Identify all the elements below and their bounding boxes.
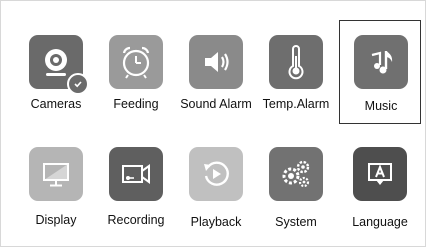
music-note-icon xyxy=(354,35,408,89)
menu-item-label: Language xyxy=(352,215,408,229)
menu-item-playback[interactable]: Playback xyxy=(177,137,255,233)
speaker-icon xyxy=(189,35,243,89)
menu-item-temp-alarm[interactable]: Temp.Alarm xyxy=(257,25,335,121)
menu-item-music[interactable]: Music xyxy=(339,20,421,124)
menu-item-display[interactable]: Display xyxy=(17,137,95,233)
check-badge-icon xyxy=(67,73,89,95)
settings-menu-screen: Cameras Feeding Sound Alarm Temp.Alarm M… xyxy=(0,0,426,247)
language-icon xyxy=(353,147,407,201)
menu-item-system[interactable]: System xyxy=(257,137,335,233)
alarm-clock-icon xyxy=(109,35,163,89)
monitor-icon xyxy=(29,147,83,201)
menu-item-feeding[interactable]: Feeding xyxy=(97,25,175,121)
menu-grid: Cameras Feeding Sound Alarm Temp.Alarm M… xyxy=(1,1,425,246)
video-camera-icon xyxy=(109,147,163,201)
menu-item-label: Temp.Alarm xyxy=(262,97,330,111)
menu-item-cameras[interactable]: Cameras xyxy=(17,25,95,121)
menu-item-recording[interactable]: Recording xyxy=(97,137,175,233)
thermometer-icon xyxy=(269,35,323,89)
playback-icon xyxy=(189,147,243,201)
camera-icon xyxy=(29,35,89,95)
menu-item-sound-alarm[interactable]: Sound Alarm xyxy=(177,25,255,121)
menu-item-language[interactable]: Language xyxy=(341,137,419,233)
settings-gears-icon xyxy=(269,147,323,201)
menu-item-label: Music xyxy=(364,99,398,113)
